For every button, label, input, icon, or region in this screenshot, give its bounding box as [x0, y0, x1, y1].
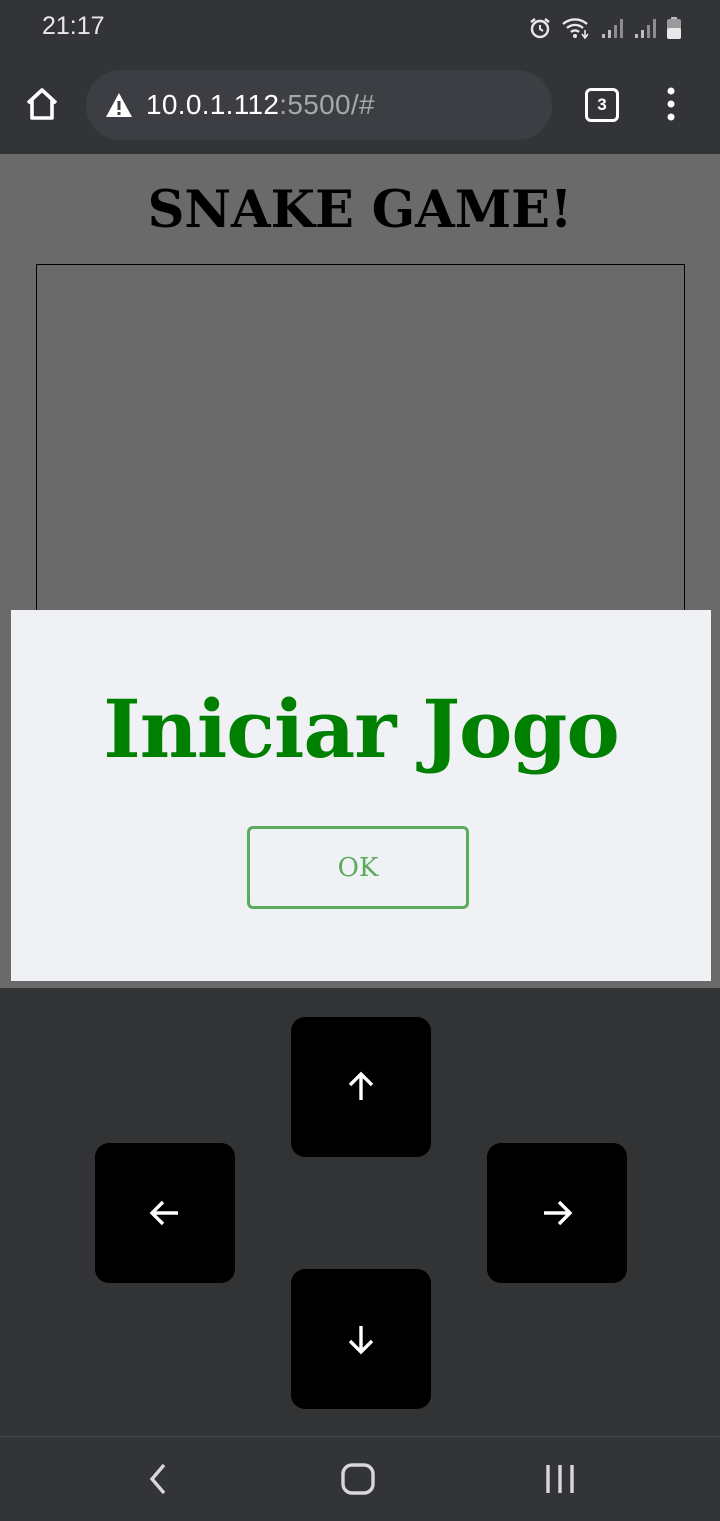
back-icon[interactable] [136, 1457, 180, 1501]
address-bar[interactable]: 10.0.1.112:5500/# [86, 70, 552, 140]
signal-icon [635, 19, 656, 38]
url-host: 10.0.1.112 [146, 89, 280, 120]
ok-button-label: OK [337, 852, 379, 883]
signal-icon [602, 19, 623, 38]
wifi-icon [562, 18, 589, 40]
ok-button[interactable]: OK [247, 826, 469, 909]
warning-icon[interactable] [104, 90, 134, 120]
arrow-right-icon [544, 1200, 573, 1226]
url-path: :5500/# [279, 89, 375, 120]
browser-toolbar: 10.0.1.112:5500/# 3 [0, 56, 720, 154]
status-icons [528, 14, 682, 42]
tabs-button[interactable]: 3 [585, 88, 619, 122]
battery-icon [667, 17, 681, 39]
up-button[interactable] [291, 1017, 431, 1157]
arrow-controls [0, 988, 720, 1436]
web-page: SNAKE GAME! Iniciar Jogo OK [0, 154, 720, 988]
url-text: 10.0.1.112:5500/# [146, 89, 375, 121]
status-bar: 21:17 [0, 0, 720, 56]
alarm-icon [530, 18, 550, 39]
system-nav-bar [0, 1436, 720, 1521]
modal-title: Iniciar Jogo [103, 682, 619, 776]
tab-count: 3 [597, 95, 607, 114]
arrow-up-icon [348, 1071, 374, 1100]
left-button[interactable] [95, 1143, 235, 1283]
page-title: SNAKE GAME! [147, 180, 573, 240]
start-game-modal: Iniciar Jogo OK [11, 610, 711, 981]
more-vert-icon[interactable] [660, 86, 682, 122]
down-button[interactable] [291, 1269, 431, 1409]
home-icon[interactable] [22, 84, 62, 124]
arrow-left-icon [149, 1200, 178, 1226]
arrow-down-icon [348, 1326, 374, 1355]
recents-icon[interactable] [538, 1457, 582, 1501]
status-time: 21:17 [42, 12, 105, 40]
home-nav-icon[interactable] [336, 1457, 380, 1501]
right-button[interactable] [487, 1143, 627, 1283]
